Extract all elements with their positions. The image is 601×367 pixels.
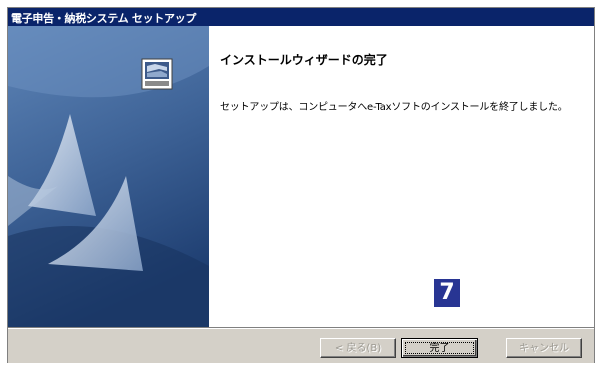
window-title: 電子申告・納税システム セットアップ [11,12,197,25]
sail-graphic [8,26,209,327]
wizard-content: インストールウィザードの完了 セットアップは、コンピュータへe-Taxソフトのイ… [8,26,594,327]
title-bar[interactable]: 電子申告・納税システム セットアップ [8,8,594,26]
cancel-button[interactable]: キャンセル [506,338,582,358]
setup-wizard-window: 電子申告・納税システム セットアップ インストールウィザードの完了 セットアップ… [7,7,595,363]
wizard-heading: インストールウィザードの完了 [220,53,388,67]
finish-button[interactable]: 完了 [401,338,478,358]
side-panel-graphic [8,26,209,327]
back-button[interactable]: < 戻る(B) [320,338,396,358]
step-number-badge: 7 [434,279,460,307]
button-bar: < 戻る(B) 完了 キャンセル [8,327,594,363]
computer-icon [141,58,173,90]
wizard-message: セットアップは、コンピュータへe-Taxソフトのインストールを終了しました。 [220,102,568,113]
